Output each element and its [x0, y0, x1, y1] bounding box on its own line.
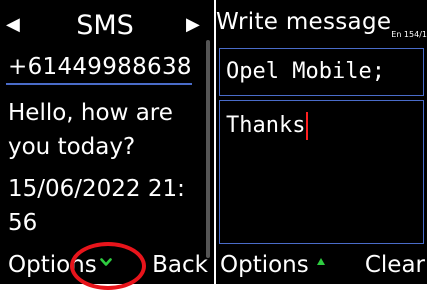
softkey-bar: Options Clear [216, 246, 427, 282]
message-value: Thanks [226, 113, 306, 138]
timestamp-line: 56 [8, 210, 38, 236]
triangle-left-icon[interactable]: ◀ [6, 16, 20, 34]
clear-softkey[interactable]: Clear [365, 248, 425, 282]
message-input[interactable]: Thanks [226, 111, 309, 141]
write-message-screen: Write message En 154/1 Opel Mobile; Than… [216, 0, 427, 284]
timestamp-line: 15/06/2022 21: [8, 176, 185, 202]
arrow-up-icon[interactable] [316, 257, 326, 267]
message-line: Hello, how are [8, 100, 173, 126]
message-timestamp: 15/06/2022 21: 56 [8, 172, 208, 240]
character-counter: En 154/1 [391, 30, 427, 39]
message-field[interactable]: Thanks [219, 100, 424, 244]
sender-number: +61449988638 [8, 54, 192, 80]
recipient-value: Opel Mobile; [226, 59, 385, 84]
page-title: Write message [216, 9, 392, 35]
message-line: you today? [8, 134, 136, 160]
recipient-field[interactable]: Opel Mobile; [219, 48, 424, 96]
message-body: Hello, how are you today? [8, 96, 198, 164]
scrollbar[interactable] [206, 40, 210, 258]
text-caret [306, 112, 309, 140]
sms-title: SMS [76, 10, 134, 41]
triangle-right-icon[interactable]: ▶ [186, 16, 200, 34]
options-softkey[interactable]: Options [220, 248, 309, 282]
back-softkey[interactable]: Back [152, 248, 208, 282]
sms-header: ◀ SMS ▶ [0, 4, 210, 44]
highlight-annotation-circle [70, 242, 146, 290]
sender-number-divider [6, 83, 192, 85]
